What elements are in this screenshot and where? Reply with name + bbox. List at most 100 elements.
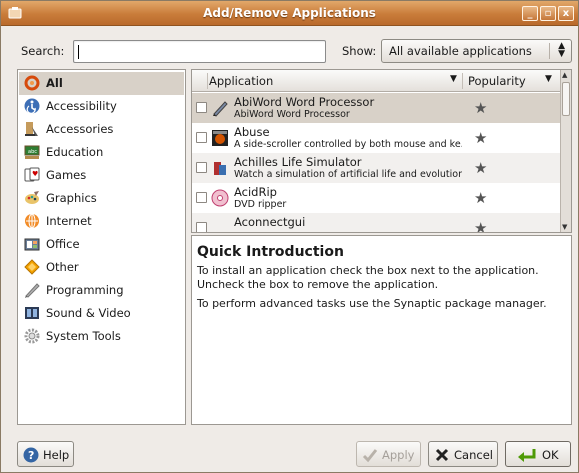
category-label: All — [46, 76, 63, 90]
category-list: All Accessibility Accessories abc Educat… — [17, 69, 186, 425]
apply-button[interactable]: Apply — [356, 441, 421, 467]
games-icon: ♥ — [24, 167, 40, 182]
popularity-star-icon: ★ — [474, 219, 488, 233]
description-panel: Quick Introduction To install an applica… — [191, 235, 572, 425]
sort-arrow-icon: ▼ — [450, 74, 457, 84]
category-item-games[interactable]: ♥ Games — [19, 164, 184, 187]
category-item-graphics[interactable]: Graphics — [19, 187, 184, 210]
table-row[interactable]: AbiWord Word Processor AbiWord Word Proc… — [192, 93, 561, 123]
help-icon: ? — [23, 447, 39, 463]
category-item-office[interactable]: Office — [19, 233, 184, 256]
help-button[interactable]: ? Help — [17, 441, 74, 467]
search-label: Search: — [21, 44, 65, 58]
category-item-other[interactable]: Other — [19, 256, 184, 279]
table-row[interactable]: AcidRip DVD ripper ★ — [192, 183, 561, 213]
category-item-programming[interactable]: Programming — [19, 279, 184, 302]
category-label: System Tools — [46, 329, 121, 343]
column-divider — [462, 73, 463, 89]
category-item-system-tools[interactable]: System Tools — [19, 325, 184, 348]
popularity-star-icon: ★ — [474, 189, 488, 207]
abuse-icon — [212, 130, 228, 146]
ok-icon — [518, 449, 536, 462]
achilles-icon — [214, 162, 226, 175]
category-label: Other — [46, 260, 79, 274]
category-label: Office — [46, 237, 80, 251]
window-title: Add/Remove Applications — [203, 6, 376, 20]
install-checkbox[interactable] — [196, 192, 207, 203]
app-name: AcidRip — [234, 185, 277, 199]
category-label: Sound & Video — [46, 306, 131, 320]
category-label: Programming — [46, 283, 124, 297]
graphics-icon — [25, 191, 39, 204]
accessories-icon — [25, 122, 38, 136]
column-header-application[interactable]: Application — [209, 74, 273, 88]
info-line: To install an application check the box … — [197, 264, 539, 277]
apply-label: Apply — [382, 448, 415, 462]
app-name: Aconnectgui — [234, 215, 306, 229]
app-name: AbiWord Word Processor — [234, 95, 375, 109]
table-row[interactable]: Abuse A side-scroller controlled by both… — [192, 123, 561, 153]
internet-icon — [25, 213, 39, 229]
cancel-icon — [435, 448, 449, 462]
other-icon — [24, 259, 40, 275]
category-item-education[interactable]: abc Education — [19, 141, 184, 164]
select-separator — [549, 43, 550, 59]
install-checkbox[interactable] — [196, 222, 207, 232]
show-filter-select[interactable]: All available applications ▲ ▼ — [381, 39, 572, 63]
sound-video-icon — [25, 307, 39, 319]
app-name: Achilles Life Simulator — [234, 155, 362, 169]
vertical-scrollbar[interactable]: ▲ ▼ — [560, 70, 571, 232]
scroll-up-icon[interactable]: ▲ — [562, 71, 567, 79]
help-label: Help — [43, 448, 70, 462]
cancel-label: Cancel — [454, 448, 493, 462]
title-bar[interactable]: Add/Remove Applications _ ▫ x — [1, 1, 578, 26]
category-label: Internet — [46, 214, 92, 228]
app-description: A side-scroller controlled by both mouse… — [234, 139, 462, 150]
popularity-star-icon: ★ — [474, 99, 488, 117]
category-item-accessibility[interactable]: Accessibility — [19, 95, 184, 118]
maximize-button[interactable]: ▫ — [540, 6, 556, 21]
category-label: Graphics — [46, 191, 97, 205]
scroll-down-icon[interactable]: ▼ — [562, 223, 567, 231]
acidrip-icon — [211, 189, 229, 207]
apply-icon — [362, 449, 378, 463]
table-row[interactable]: Achilles Life Simulator Watch a simulati… — [192, 153, 561, 183]
svg-text:abc: abc — [28, 149, 37, 155]
app-window: Add/Remove Applications _ ▫ x Search: Sh… — [0, 0, 579, 473]
minimize-button[interactable]: _ — [522, 6, 538, 21]
application-list: Application ▼ Popularity ▼ AbiWord Word … — [191, 69, 572, 233]
system-tools-icon — [24, 328, 40, 344]
show-label: Show: — [342, 44, 377, 58]
all-icon — [24, 75, 40, 91]
table-row[interactable]: Aconnectgui ★ — [192, 213, 561, 233]
install-checkbox[interactable] — [196, 162, 207, 173]
cancel-button[interactable]: Cancel — [428, 441, 498, 467]
info-line: To perform advanced tasks use the Synapt… — [197, 297, 547, 310]
category-item-sound-video[interactable]: Sound & Video — [19, 302, 184, 325]
search-bar: Search: Show: All available applications… — [1, 26, 578, 68]
column-header-popularity[interactable]: Popularity — [468, 74, 526, 88]
svg-text:?: ? — [28, 449, 34, 462]
column-divider — [207, 73, 208, 89]
app-description: Watch a simulation of artificial life an… — [234, 169, 462, 180]
category-item-accessories[interactable]: Accessories — [19, 118, 184, 141]
ok-label: OK — [542, 448, 559, 462]
category-label: Games — [46, 168, 87, 182]
education-icon: abc — [24, 145, 40, 159]
popularity-star-icon: ★ — [474, 129, 488, 147]
install-checkbox[interactable] — [196, 132, 207, 143]
app-name: Abuse — [234, 125, 270, 139]
install-checkbox[interactable] — [196, 102, 207, 113]
category-item-all[interactable]: All — [19, 72, 184, 95]
search-input[interactable] — [73, 40, 326, 63]
text-caret — [78, 45, 79, 59]
programming-icon — [25, 283, 40, 298]
ok-button[interactable]: OK — [505, 441, 571, 467]
info-line: Uncheck the box to remove the applicatio… — [197, 278, 439, 291]
close-button[interactable]: x — [558, 6, 574, 21]
category-label: Accessibility — [46, 99, 117, 113]
popularity-star-icon: ★ — [474, 159, 488, 177]
scroll-thumb[interactable] — [562, 82, 570, 116]
category-item-internet[interactable]: Internet — [19, 210, 184, 233]
accessibility-icon — [24, 98, 40, 114]
